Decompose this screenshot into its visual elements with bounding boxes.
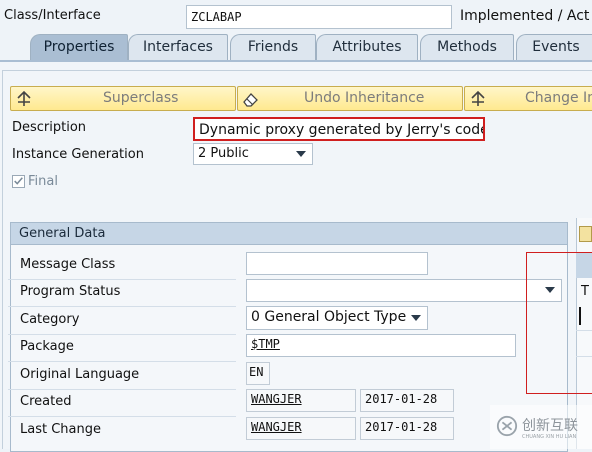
row-divider xyxy=(8,334,236,335)
tab-events[interactable]: Events xyxy=(516,34,592,60)
undo-inheritance-label: Undo Inheritance xyxy=(304,90,425,106)
superclass-button[interactable]: Superclass xyxy=(10,86,236,111)
undo-inheritance-button[interactable]: Undo Inheritance xyxy=(237,86,463,111)
description-field[interactable]: Dynamic proxy generated by Jerry's code xyxy=(193,117,485,141)
tab-strip: Properties Interfaces Friends Attributes… xyxy=(0,34,592,60)
program-status-select[interactable] xyxy=(246,279,562,302)
change-inheritance-label: Change In xyxy=(525,90,592,106)
category-label: Category xyxy=(20,312,80,327)
watermark-text: 创新互联 xyxy=(522,418,578,434)
changed-date-field: 2017-01-28 xyxy=(360,417,454,440)
side-toolbar-icon[interactable] xyxy=(579,226,592,242)
checkmark-icon xyxy=(14,177,23,185)
chevron-down-icon xyxy=(411,315,421,321)
chevron-down-icon xyxy=(296,151,306,157)
watermark-logo-icon xyxy=(496,415,518,437)
row-divider xyxy=(8,306,236,307)
superclass-icon xyxy=(17,90,31,106)
final-checkbox[interactable] xyxy=(12,175,25,188)
created-by-field[interactable]: WANGJER xyxy=(246,389,356,412)
change-inheritance-button[interactable]: Change In xyxy=(464,86,592,111)
created-date-field: 2017-01-28 xyxy=(360,389,454,412)
tab-friends[interactable]: Friends xyxy=(230,34,316,60)
instance-generation-value: 2 Public xyxy=(198,146,249,161)
class-name-field[interactable]: ZCLABAP xyxy=(186,5,452,29)
tab-methods[interactable]: Methods xyxy=(420,34,514,60)
class-interface-label: Class/Interface xyxy=(4,8,101,23)
row-divider xyxy=(8,361,236,362)
package-label: Package xyxy=(20,339,74,354)
created-label: Created xyxy=(20,394,72,409)
package-field[interactable]: $TMP xyxy=(246,334,516,357)
final-label: Final xyxy=(28,174,58,189)
general-data-title: General Data xyxy=(11,223,567,245)
original-language-label: Original Language xyxy=(20,367,140,382)
changed-by-field[interactable]: WANGJER xyxy=(246,417,356,440)
original-language-field: EN xyxy=(246,362,270,385)
description-label: Description xyxy=(12,120,87,135)
tab-interfaces[interactable]: Interfaces xyxy=(128,34,228,60)
superclass-label: Superclass xyxy=(103,90,179,106)
watermark-subtext: CHUANG XIN HU LIAN xyxy=(522,434,577,440)
instance-generation-select[interactable]: 2 Public xyxy=(193,143,313,165)
change-inheritance-icon xyxy=(471,90,485,106)
instance-generation-label: Instance Generation xyxy=(12,147,144,162)
row-divider xyxy=(8,416,236,417)
eraser-icon xyxy=(243,93,258,107)
implementation-status: Implemented / Act xyxy=(460,8,590,24)
watermark: 创新互联 CHUANG XIN HU LIAN xyxy=(490,405,592,449)
program-status-label: Program Status xyxy=(20,284,121,299)
message-class-field[interactable] xyxy=(246,252,428,275)
category-value: 0 General Object Type xyxy=(251,309,407,325)
row-divider xyxy=(8,389,236,390)
message-class-label: Message Class xyxy=(20,257,116,272)
highlight-bracket xyxy=(526,252,592,394)
tab-attributes[interactable]: Attributes xyxy=(316,34,418,60)
category-select[interactable]: 0 General Object Type xyxy=(246,306,428,330)
tab-properties[interactable]: Properties xyxy=(30,34,128,60)
row-divider xyxy=(8,279,236,280)
last-change-label: Last Change xyxy=(20,422,101,437)
